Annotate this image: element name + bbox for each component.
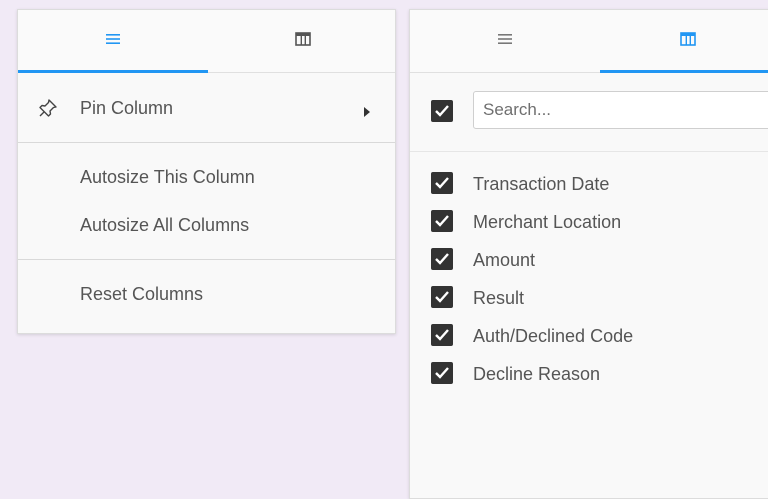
columns-panel: Transaction Date Merchant Location Amoun…	[409, 9, 768, 499]
column-checkbox[interactable]	[431, 362, 453, 384]
column-item-amount[interactable]: Amount	[410, 241, 768, 279]
menu-item-autosize-all-columns[interactable]: Autosize All Columns	[18, 201, 395, 249]
hamburger-icon	[105, 32, 121, 50]
columns-panel-tabbar	[410, 10, 768, 73]
column-list: Transaction Date Merchant Location Amoun…	[410, 152, 768, 393]
columns-icon	[294, 31, 311, 51]
column-checkbox[interactable]	[431, 286, 453, 308]
column-label: Amount	[473, 249, 536, 270]
tab-general-menu[interactable]	[410, 10, 600, 72]
column-menu-panel: Pin Column Autosize This Column Autosize…	[17, 9, 396, 334]
select-all-checkbox[interactable]	[431, 100, 453, 122]
checkmark-icon	[435, 329, 449, 341]
column-label: Merchant Location	[473, 211, 622, 232]
tab-columns[interactable]	[208, 10, 397, 72]
checkmark-icon	[435, 253, 449, 265]
column-checkbox[interactable]	[431, 324, 453, 346]
column-label: Result	[473, 287, 525, 308]
column-label: Auth/Declined Code	[473, 325, 634, 346]
menu-item-label: Autosize All Columns	[80, 214, 250, 235]
menu-item-label: Reset Columns	[80, 283, 204, 304]
column-label: Decline Reason	[473, 363, 601, 384]
column-search-input[interactable]	[473, 91, 768, 129]
column-item-transaction-date[interactable]: Transaction Date	[410, 165, 768, 203]
column-label: Transaction Date	[473, 173, 610, 194]
tab-general-menu[interactable]	[18, 10, 208, 73]
checkmark-icon	[435, 291, 449, 303]
tab-columns[interactable]	[600, 10, 768, 73]
menu-item-pin-column[interactable]: Pin Column	[18, 84, 395, 132]
column-item-result[interactable]: Result	[410, 279, 768, 317]
column-item-merchant-location[interactable]: Merchant Location	[410, 203, 768, 241]
checkmark-icon	[435, 105, 449, 117]
select-all-row	[410, 73, 768, 152]
submenu-arrow-icon	[363, 102, 371, 123]
column-item-auth-declined-code[interactable]: Auth/Declined Code	[410, 317, 768, 355]
checkmark-icon	[435, 367, 449, 379]
menu-item-autosize-this-column[interactable]: Autosize This Column	[18, 153, 395, 201]
column-checkbox[interactable]	[431, 172, 453, 194]
column-menu-tabbar	[18, 10, 395, 73]
checkmark-icon	[435, 177, 449, 189]
column-checkbox[interactable]	[431, 210, 453, 232]
menu-separator	[18, 142, 395, 143]
hamburger-icon	[497, 32, 513, 50]
menu-item-label: Autosize This Column	[80, 166, 255, 187]
checkmark-icon	[435, 215, 449, 227]
column-item-decline-reason[interactable]: Decline Reason	[410, 355, 768, 393]
menu-item-label: Pin Column	[80, 97, 174, 118]
menu-separator	[18, 259, 395, 260]
pin-icon	[38, 98, 58, 123]
column-checkbox[interactable]	[431, 248, 453, 270]
columns-icon	[679, 31, 696, 51]
menu-item-reset-columns[interactable]: Reset Columns	[18, 270, 395, 318]
